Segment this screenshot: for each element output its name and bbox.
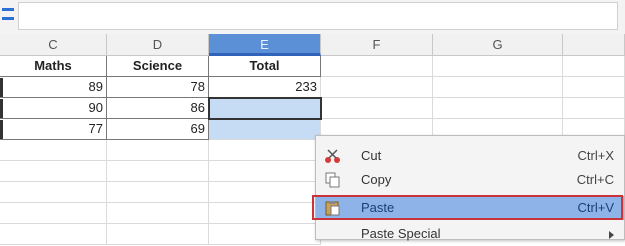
cell-c9[interactable]	[0, 224, 107, 245]
column-header-f[interactable]: F	[321, 34, 433, 56]
formula-input[interactable]	[18, 2, 618, 30]
menu-shortcut-paste: Ctrl+V	[577, 200, 614, 215]
cell-d5[interactable]	[107, 140, 209, 161]
menu-item-paste[interactable]: Paste Ctrl+V	[316, 196, 624, 220]
menu-label-copy: Copy	[361, 172, 392, 187]
context-menu: Cut Ctrl+X Copy Ctrl+C Paste Ctrl+V Past…	[315, 135, 625, 241]
copy-icon	[324, 172, 342, 188]
menu-shortcut-cut: Ctrl+X	[577, 148, 614, 163]
cell-science-3[interactable]: 69	[107, 119, 209, 140]
cell-d9[interactable]	[107, 224, 209, 245]
row-marker	[0, 120, 3, 139]
cell-f3[interactable]	[321, 98, 433, 119]
cell-g2[interactable]	[433, 77, 563, 98]
cell-g1[interactable]	[433, 56, 563, 77]
column-header-h[interactable]	[563, 34, 625, 56]
active-cell-cursor	[208, 97, 322, 120]
cell-d7[interactable]	[107, 182, 209, 203]
clipboard-icon	[324, 200, 342, 216]
menu-shortcut-copy: Ctrl+C	[576, 172, 614, 187]
submenu-arrow-icon	[609, 231, 614, 239]
cell-e5[interactable]	[209, 140, 321, 161]
cell-h2[interactable]	[563, 77, 625, 98]
menu-label-paste-special: Paste Special	[361, 226, 441, 241]
cell-f2[interactable]	[321, 77, 433, 98]
menu-label-paste: Paste	[361, 200, 395, 215]
cell-e9[interactable]	[209, 224, 321, 245]
cell-c5[interactable]	[0, 140, 107, 161]
column-header-e[interactable]: E	[209, 34, 321, 56]
column-header-g[interactable]: G	[433, 34, 563, 56]
cell-header-science[interactable]: Science	[107, 56, 209, 77]
row-marker	[0, 78, 3, 97]
cell-h1[interactable]	[563, 56, 625, 77]
cell-g3[interactable]	[433, 98, 563, 119]
cell-science-1[interactable]: 78	[107, 77, 209, 98]
menu-item-paste-special[interactable]: Paste Special	[316, 222, 624, 246]
cell-maths-1[interactable]: 89	[0, 77, 107, 98]
cell-d8[interactable]	[107, 203, 209, 224]
menu-item-copy[interactable]: Copy Ctrl+C	[316, 168, 624, 192]
row-marker	[0, 99, 3, 118]
cell-maths-3[interactable]: 77	[0, 119, 107, 140]
scissors-icon	[324, 148, 342, 164]
column-header-d[interactable]: D	[107, 34, 209, 56]
cell-c8[interactable]	[0, 203, 107, 224]
cell-d6[interactable]	[107, 161, 209, 182]
cell-maths-2[interactable]: 90	[0, 98, 107, 119]
cell-header-total[interactable]: Total	[209, 56, 321, 77]
cell-science-2[interactable]: 86	[107, 98, 209, 119]
cell-h3[interactable]	[563, 98, 625, 119]
cell-c6[interactable]	[0, 161, 107, 182]
cell-header-maths[interactable]: Maths	[0, 56, 107, 77]
cell-e7[interactable]	[209, 182, 321, 203]
menu-label-cut: Cut	[361, 148, 382, 163]
formula-icon[interactable]	[2, 8, 14, 20]
cell-c7[interactable]	[0, 182, 107, 203]
menu-item-cut[interactable]: Cut Ctrl+X	[316, 144, 624, 168]
formula-bar	[0, 0, 625, 35]
cell-f1[interactable]	[321, 56, 433, 77]
cell-e6[interactable]	[209, 161, 321, 182]
column-header-c[interactable]: C	[0, 34, 107, 56]
cell-total-3[interactable]	[209, 119, 321, 140]
cell-total-1[interactable]: 233	[209, 77, 321, 98]
cell-e8[interactable]	[209, 203, 321, 224]
